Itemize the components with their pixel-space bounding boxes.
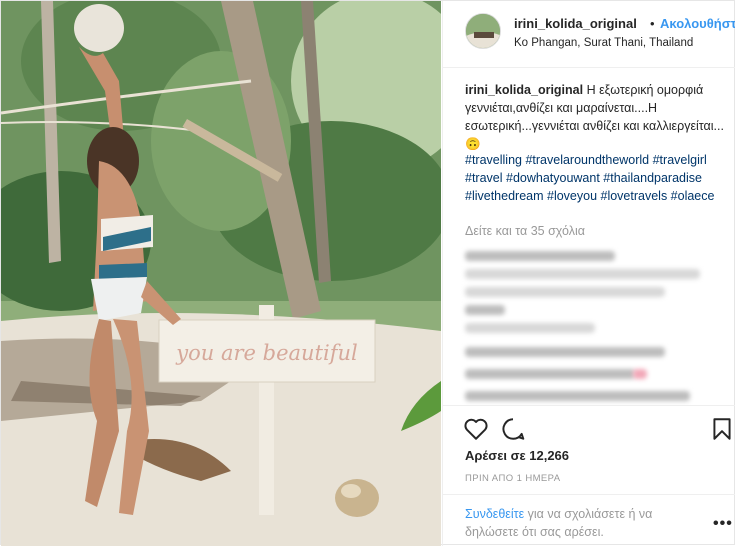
bookmark-icon[interactable] — [709, 416, 735, 442]
post-header: irini_kolida_original • Ακολουθήστε Ko P… — [443, 1, 735, 68]
blurred-comment — [465, 287, 665, 297]
login-prompt-text: Συνδεθείτε για να σχολιάσετε ή να δηλώσε… — [465, 505, 685, 541]
heart-icon[interactable] — [463, 416, 489, 442]
comment-icon[interactable] — [500, 416, 526, 442]
caption-username[interactable]: irini_kolida_original — [465, 83, 583, 97]
blurred-comment — [465, 347, 665, 357]
follow-button[interactable]: Ακολουθήστε — [660, 16, 735, 31]
post-actions — [443, 405, 735, 452]
caption: irini_kolida_original Η εξωτερική ομορφι… — [465, 81, 727, 153]
blurred-comment — [465, 269, 700, 279]
avatar[interactable] — [465, 13, 501, 49]
location-link[interactable]: Ko Phangan, Surat Thani, Thailand — [514, 37, 693, 49]
blurred-emoji — [633, 369, 647, 379]
blurred-comment — [465, 369, 635, 379]
more-options-button[interactable]: ••• — [713, 515, 733, 533]
caption-hashtags[interactable]: #travelling #travelaroundtheworld #trave… — [465, 151, 727, 205]
blurred-comment — [465, 305, 505, 315]
view-all-comments-link[interactable]: Δείτε και τα 35 σχόλια — [465, 224, 585, 238]
blurred-comment — [465, 251, 615, 261]
header-separator: • — [650, 16, 655, 31]
header-username[interactable]: irini_kolida_original — [514, 16, 637, 31]
post-sidebar: irini_kolida_original • Ακολουθήστε Ko P… — [442, 1, 735, 546]
beach-photo-illustration: you are beautiful — [1, 1, 441, 546]
login-prompt: Συνδεθείτε για να σχολιάσετε ή να δηλώσε… — [443, 494, 735, 547]
blurred-comment — [465, 391, 690, 401]
instagram-post: you are beautiful irini_kolida_original … — [0, 0, 735, 546]
avatar-image — [466, 14, 500, 48]
post-timestamp: ΠΡΙΝ ΑΠΟ 1 ΗΜΕΡΑ — [465, 473, 561, 484]
blurred-comment — [465, 323, 595, 333]
post-photo[interactable]: you are beautiful — [1, 1, 441, 546]
sign-text: you are beautiful — [175, 341, 357, 365]
likes-count[interactable]: Αρέσει σε 12,266 — [465, 448, 569, 463]
login-link[interactable]: Συνδεθείτε — [465, 507, 524, 521]
